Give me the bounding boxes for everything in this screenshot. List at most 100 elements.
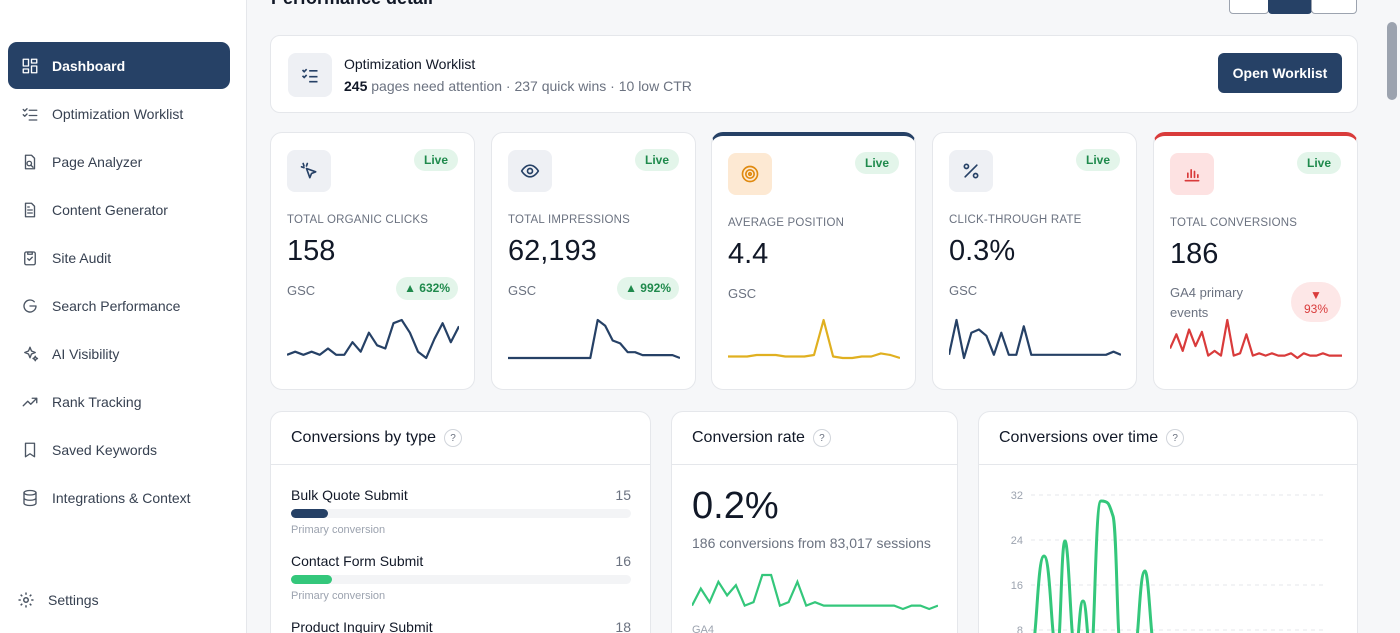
- kpi-label: TOTAL CONVERSIONS: [1170, 217, 1298, 229]
- dashboard-icon: [20, 56, 40, 76]
- range-toggle-1[interactable]: [1229, 0, 1269, 14]
- kpi-label: TOTAL ORGANIC CLICKS: [287, 214, 429, 226]
- kpi-source: GSC: [728, 286, 757, 301]
- live-badge: Live: [634, 149, 679, 171]
- sidebar-item-integrations-context[interactable]: Integrations & Context: [8, 474, 230, 521]
- live-badge: Live: [1075, 149, 1120, 171]
- checklist-icon: [288, 53, 332, 97]
- kpi-label: TOTAL IMPRESSIONS: [508, 214, 631, 226]
- progress-fill: [291, 575, 332, 584]
- sparkline-path: [728, 318, 900, 360]
- sparkline-path: [692, 573, 938, 611]
- kpi-sparkline: [1170, 318, 1342, 360]
- progress-track: [291, 509, 631, 518]
- card-header: Conversion rate ?: [672, 412, 957, 465]
- help-icon[interactable]: ?: [443, 429, 462, 447]
- change-badge: ▲ 992%: [617, 277, 679, 300]
- kpi-card: Live TOTAL ORGANIC CLICKS 158 GSC ▲ 632%: [270, 132, 475, 390]
- sidebar-item-dashboard[interactable]: Dashboard: [8, 42, 230, 89]
- settings-label: Settings: [48, 592, 99, 608]
- kpi-label: CLICK-THROUGH RATE: [949, 214, 1082, 226]
- conversions-over-time-chart: 32 24 16 8: [1011, 490, 1324, 633]
- conversions-over-time-card: Conversions over time ? 32 24 16 8: [978, 411, 1358, 633]
- kpi-sparkline: [508, 318, 680, 360]
- kpi-value: 158: [287, 235, 336, 267]
- kpi-sparkline: [287, 318, 459, 360]
- sidebar-item-page-analyzer[interactable]: Page Analyzer: [8, 138, 230, 185]
- kpi-source: GSC: [287, 283, 316, 298]
- conversion-rate-source: GA4: [692, 624, 715, 633]
- conversions-line: [1033, 499, 1154, 633]
- range-toggle-3[interactable]: [1311, 0, 1357, 14]
- conversion-sub: Primary conversion: [291, 524, 386, 536]
- kpi-card: Live TOTAL CONVERSIONS 186 GA4 primary even…: [1153, 132, 1358, 390]
- sidebar-item-label: Search Performance: [52, 297, 181, 314]
- conversion-count: 15: [615, 487, 631, 503]
- page-title: Performance detail: [271, 0, 433, 9]
- sparkline-path: [949, 318, 1121, 360]
- sidebar-item-search-performance[interactable]: Search Performance: [8, 282, 230, 329]
- kpi-card: Live AVERAGE POSITION 4.4 GSC: [711, 132, 916, 390]
- kpi-sparkline: [949, 318, 1121, 360]
- kpi-card: Live TOTAL IMPRESSIONS 62,193 GSC ▲ 992%: [491, 132, 696, 390]
- cursor-click-icon: [287, 150, 331, 192]
- sidebar-item-label: Optimization Worklist: [52, 105, 184, 122]
- worklist-title: Optimization Worklist: [344, 56, 476, 72]
- change-badge: ▲ 632%: [396, 277, 458, 300]
- y-tick-label: 16: [1011, 580, 1023, 592]
- card-title: Conversions over time: [999, 429, 1159, 446]
- sidebar-item-label: Dashboard: [52, 57, 126, 74]
- sparkline-path: [508, 318, 680, 360]
- range-toggle-2[interactable]: [1268, 0, 1312, 14]
- kpi-value: 4.4: [728, 238, 769, 270]
- progress-fill: [291, 509, 329, 518]
- open-worklist-button[interactable]: Open Worklist: [1218, 53, 1342, 93]
- checklist-icon: [20, 104, 40, 124]
- live-badge: Live: [854, 152, 899, 174]
- trend-up-icon: [20, 392, 40, 412]
- y-tick-label: 8: [1017, 625, 1023, 633]
- sidebar-item-label: Integrations & Context: [52, 489, 191, 506]
- sidebar-item-ai-visibility[interactable]: AI Visibility: [8, 330, 230, 377]
- kpi-card: Live CLICK-THROUGH RATE 0.3% GSC: [932, 132, 1137, 390]
- help-icon[interactable]: ?: [1166, 429, 1185, 447]
- progress-track: [291, 575, 631, 584]
- bookmark-icon: [20, 440, 40, 460]
- sidebar-item-label: Content Generator: [52, 201, 168, 218]
- kpi-source: GSC: [949, 283, 978, 298]
- main-content: Performance detail Optimization Worklist…: [247, 0, 1400, 633]
- sidebar-item-optimization-worklist[interactable]: Optimization Worklist: [8, 90, 230, 137]
- target-icon: [728, 153, 772, 195]
- y-tick-label: 24: [1011, 535, 1023, 547]
- kpi-label: AVERAGE POSITION: [728, 217, 845, 229]
- clipboard-check-icon: [20, 248, 40, 268]
- card-title: Conversions by type: [291, 429, 436, 446]
- sidebar-item-label: Saved Keywords: [52, 441, 158, 458]
- conversion-rate-sparkline: [692, 573, 938, 611]
- worklist-count: 245: [344, 78, 368, 94]
- sidebar-item-saved-keywords[interactable]: Saved Keywords: [8, 426, 230, 473]
- sidebar-item-site-audit[interactable]: Site Audit: [8, 234, 230, 281]
- card-title: Conversion rate: [692, 429, 805, 446]
- sidebar-item-rank-tracking[interactable]: Rank Tracking: [8, 378, 230, 425]
- sparkline-path: [1170, 318, 1342, 360]
- settings-link[interactable]: Settings: [16, 590, 99, 610]
- conversions-by-type-card: Conversions by type ? Bulk Quote Submit 1…: [270, 411, 651, 633]
- bar-chart-icon: [1170, 153, 1214, 195]
- eye-icon: [508, 150, 552, 192]
- sidebar-item-label: Rank Tracking: [52, 393, 142, 410]
- sidebar: Dashboard Optimization Worklist Page Analy…: [0, 0, 247, 633]
- y-tick-label: 32: [1011, 490, 1023, 502]
- scrollbar[interactable]: [1387, 22, 1397, 100]
- conversion-rate-value: 0.2%: [692, 485, 779, 527]
- conversion-name: Contact Form Submit: [291, 553, 424, 569]
- conversion-name: Product Inquiry Submit: [291, 619, 433, 633]
- list-item: Product Inquiry Submit 18: [291, 619, 631, 633]
- worklist-summary-text: pages need attention · 237 quick wins · …: [371, 78, 692, 94]
- list-item: Bulk Quote Submit 15 Primary conversion: [291, 487, 631, 536]
- sidebar-item-content-generator[interactable]: Content Generator: [8, 186, 230, 233]
- kpi-value: 0.3%: [949, 235, 1016, 267]
- worklist-summary: 245 pages need attention · 237 quick win…: [344, 78, 692, 94]
- help-icon[interactable]: ?: [812, 429, 831, 447]
- conversion-sub: Primary conversion: [291, 590, 386, 602]
